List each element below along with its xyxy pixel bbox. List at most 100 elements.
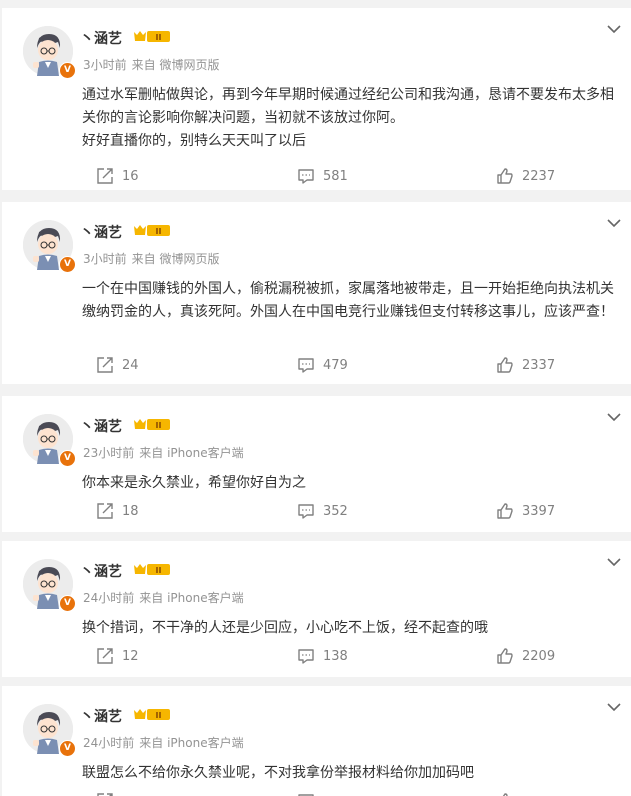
svg-text:II: II: [156, 711, 162, 720]
post-text: 换个措词，不干净的人还是少回应，小心吃不上饭，经不起查的哦: [82, 620, 488, 636]
member-level-crown-icon[interactable]: II: [133, 417, 171, 431]
thumbs-up-icon: [497, 168, 513, 184]
repost-icon: [97, 503, 113, 519]
post-card: V 丶涵艺 II 24小时前 来自 iPhone客户端 换个措词，不干净的人还是少…: [2, 541, 631, 677]
like-count: 2209: [522, 648, 556, 664]
like-button[interactable]: 2337: [496, 354, 555, 376]
post-card: V 丶涵艺 II 24小时前 来自 iPhone客户端 联盟怎么不给你永久禁业呢，…: [2, 686, 631, 796]
like-button[interactable]: 2209: [496, 645, 555, 667]
member-level-crown-icon[interactable]: II: [133, 223, 171, 237]
comment-icon: [298, 504, 314, 519]
comment-icon: [298, 794, 314, 796]
username[interactable]: 丶涵艺: [80, 222, 122, 242]
avatar[interactable]: V: [23, 704, 76, 757]
post-actions: [2, 790, 631, 796]
comment-icon: [298, 169, 314, 184]
like-button[interactable]: [496, 790, 522, 796]
repost-icon: [97, 648, 113, 664]
comment-count: 352: [323, 503, 348, 519]
chevron-down-icon[interactable]: [607, 218, 621, 228]
post-card: V 丶涵艺 II 23小时前 来自 iPhone客户端 你本来是永久禁业，希望你好…: [2, 396, 631, 532]
repost-count: 16: [122, 168, 139, 184]
thumbs-up-icon: [502, 793, 508, 796]
like-button[interactable]: 3397: [496, 500, 555, 522]
comment-button[interactable]: 581: [297, 165, 348, 187]
avatar[interactable]: V: [23, 26, 76, 79]
like-count: 3397: [522, 503, 556, 519]
post-source: 来自 iPhone客户端: [139, 446, 244, 460]
avatar[interactable]: V: [23, 220, 76, 273]
post-time[interactable]: 24小时前: [83, 736, 134, 750]
verified-badge-icon: V: [59, 62, 76, 79]
post-meta: 3小时前 来自 微博网页版: [83, 250, 224, 267]
username[interactable]: 丶涵艺: [80, 706, 122, 726]
member-level-crown-icon[interactable]: II: [133, 707, 171, 721]
repost-button[interactable]: 18: [96, 500, 139, 522]
post-source: 来自 iPhone客户端: [139, 591, 244, 605]
username[interactable]: 丶涵艺: [80, 28, 122, 48]
username[interactable]: 丶涵艺: [80, 561, 122, 581]
verified-badge-icon: V: [59, 740, 76, 757]
chevron-down-icon[interactable]: [607, 557, 621, 567]
post-time[interactable]: 3小时前: [83, 58, 127, 72]
repost-icon: [97, 168, 113, 184]
post-meta: 24小时前 来自 iPhone客户端: [83, 734, 249, 751]
post-text: 通过水军删帖做舆论，再到今年早期时候通过经纪公司和我沟通，恳请不要发布太多相关你…: [82, 87, 614, 149]
thumbs-up-icon: [497, 503, 513, 519]
post-text: 你本来是永久禁业，希望你好自为之: [82, 475, 306, 491]
verified-badge-icon: V: [59, 450, 76, 467]
post-actions: 18 352 3397: [2, 500, 631, 524]
like-count: 2337: [522, 357, 556, 373]
repost-button[interactable]: 12: [96, 645, 139, 667]
repost-count: 18: [122, 503, 139, 519]
post-card: V 丶涵艺 II 3小时前 来自 微博网页版 一个在中国赚钱的外国人，偷税漏税被抓…: [2, 202, 631, 384]
comment-button[interactable]: 479: [297, 354, 348, 376]
chevron-down-icon[interactable]: [607, 412, 621, 422]
post-card: V 丶涵艺 II 3小时前 来自 微博网页版 通过水军删帖做舆论，再到今年早期时候…: [2, 8, 631, 190]
post-meta: 24小时前 来自 iPhone客户端: [83, 589, 249, 606]
thumbs-up-icon: [497, 357, 513, 373]
post-time[interactable]: 24小时前: [83, 591, 134, 605]
comment-icon: [298, 649, 314, 664]
repost-count: 12: [122, 648, 139, 664]
avatar[interactable]: V: [23, 559, 76, 612]
svg-text:II: II: [156, 33, 162, 42]
post-time[interactable]: 23小时前: [83, 446, 134, 460]
member-level-crown-icon[interactable]: II: [133, 29, 171, 43]
repost-button[interactable]: [96, 790, 122, 796]
post-actions: 16 581 2237: [2, 165, 631, 189]
post-text: 联盟怎么不给你永久禁业呢，不对我拿份举报材料给你加加码吧: [82, 765, 474, 781]
comment-icon: [298, 358, 314, 373]
post-source: 来自 iPhone客户端: [139, 736, 244, 750]
post-time[interactable]: 3小时前: [83, 252, 127, 266]
post-meta: 3小时前 来自 微博网页版: [83, 56, 224, 73]
chevron-down-icon[interactable]: [607, 702, 621, 712]
post-actions: 24 479 2337: [2, 354, 631, 378]
repost-button[interactable]: 16: [96, 165, 139, 187]
comment-count: 138: [323, 648, 348, 664]
svg-text:II: II: [156, 421, 162, 430]
weibo-feed: V 丶涵艺 II 3小时前 来自 微博网页版 通过水军删帖做舆论，再到今年早期时候…: [0, 0, 631, 796]
chevron-down-icon[interactable]: [607, 24, 621, 34]
member-level-crown-icon[interactable]: II: [133, 562, 171, 576]
post-source: 来自 微博网页版: [131, 58, 220, 72]
username[interactable]: 丶涵艺: [80, 416, 122, 436]
post-actions: 12 138 2209: [2, 645, 631, 669]
post-source: 来自 微博网页版: [131, 252, 220, 266]
repost-count: 24: [122, 357, 139, 373]
svg-text:II: II: [156, 566, 162, 575]
repost-icon: [97, 793, 113, 796]
comment-count: 479: [323, 357, 348, 373]
repost-icon: [97, 357, 113, 373]
like-button[interactable]: 2237: [496, 165, 555, 187]
post-meta: 23小时前 来自 iPhone客户端: [83, 444, 249, 461]
comment-count: 581: [323, 168, 348, 184]
thumbs-up-icon: [497, 648, 513, 664]
repost-button[interactable]: 24: [96, 354, 139, 376]
avatar[interactable]: V: [23, 414, 76, 467]
verified-badge-icon: V: [59, 595, 76, 612]
comment-button[interactable]: [297, 790, 323, 796]
comment-button[interactable]: 352: [297, 500, 348, 522]
like-count: 2237: [522, 168, 556, 184]
comment-button[interactable]: 138: [297, 645, 348, 667]
